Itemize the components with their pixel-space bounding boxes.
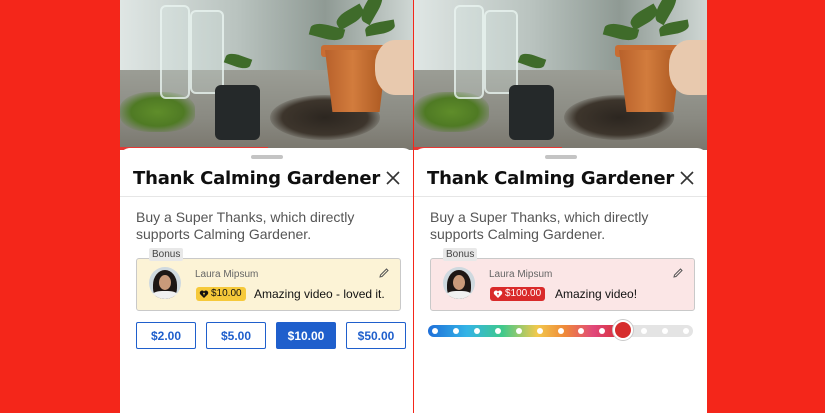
- sheet-description: Buy a Super Thanks, which directly suppo…: [430, 209, 649, 242]
- sheet-title: Thank Calming Gardener: [427, 168, 675, 189]
- photo-hand: [669, 40, 707, 95]
- amount-badge: $100.00: [490, 287, 546, 301]
- avatar: [149, 267, 181, 299]
- amount-slider[interactable]: [428, 320, 693, 340]
- comment-message: Amazing video!: [555, 287, 638, 301]
- close-icon[interactable]: [383, 168, 403, 188]
- amount-badge-text: $100.00: [505, 288, 542, 299]
- bonus-tag: Bonus: [443, 248, 478, 261]
- super-thanks-preview-card: Laura Mipsum $10.00 Amazing video - love…: [136, 258, 401, 311]
- divider: [414, 196, 707, 197]
- close-icon[interactable]: [677, 168, 697, 188]
- pencil-icon[interactable]: [378, 267, 390, 279]
- photo-glass: [484, 10, 518, 94]
- video-thumbnail: [120, 0, 413, 150]
- slider-thumb[interactable]: [613, 320, 634, 340]
- heart-icon: [199, 290, 209, 298]
- slider-stop[interactable]: [473, 328, 480, 334]
- commenter-name: Laura Mipsum: [489, 269, 553, 280]
- divider: [120, 196, 413, 197]
- avatar: [443, 267, 475, 299]
- slider-stop[interactable]: [494, 328, 501, 334]
- comment-message: Amazing video - loved it.: [254, 287, 385, 301]
- photo-glass: [160, 5, 190, 99]
- heart-icon: [493, 290, 503, 298]
- pencil-icon[interactable]: [672, 267, 684, 279]
- super-thanks-sheet: Thank Calming Gardener Buy a Super Thank…: [120, 148, 413, 413]
- super-thanks-sheet: Thank Calming Gardener Buy a Super Thank…: [414, 148, 707, 413]
- slider-stop[interactable]: [557, 328, 564, 334]
- slider-stop[interactable]: [452, 328, 459, 334]
- slider-stop[interactable]: [515, 328, 522, 334]
- slider-stop[interactable]: [432, 328, 438, 334]
- amount-badge-text: $10.00: [211, 288, 242, 299]
- amount-button-50[interactable]: $50.00: [346, 322, 406, 349]
- drag-handle[interactable]: [545, 155, 577, 159]
- slider-stop[interactable]: [536, 328, 543, 334]
- amount-button-10[interactable]: $10.00: [276, 322, 336, 349]
- bonus-tag: Bonus: [149, 248, 184, 261]
- amount-button-5[interactable]: $5.00: [206, 322, 266, 349]
- super-thanks-preview-card: Laura Mipsum $100.00 Amazing video!: [430, 258, 695, 311]
- phone-right: Thank Calming Gardener Buy a Super Thank…: [414, 0, 707, 413]
- photo-glass: [454, 5, 484, 99]
- photo-glass: [190, 10, 224, 94]
- amount-badge: $10.00: [196, 287, 246, 301]
- sheet-description: Buy a Super Thanks, which directly suppo…: [136, 209, 355, 242]
- video-thumbnail: [414, 0, 707, 150]
- phone-left: Thank Calming Gardener Buy a Super Thank…: [120, 0, 413, 413]
- commenter-name: Laura Mipsum: [195, 269, 259, 280]
- photo-jar: [215, 85, 260, 140]
- sheet-title: Thank Calming Gardener: [133, 168, 381, 189]
- slider-stop[interactable]: [683, 328, 689, 334]
- photo-jar: [509, 85, 554, 140]
- amount-button-2[interactable]: $2.00: [136, 322, 196, 349]
- drag-handle[interactable]: [251, 155, 283, 159]
- photo-hand: [375, 40, 413, 95]
- amount-options: $2.00 $5.00 $10.00 $50.00: [136, 322, 406, 349]
